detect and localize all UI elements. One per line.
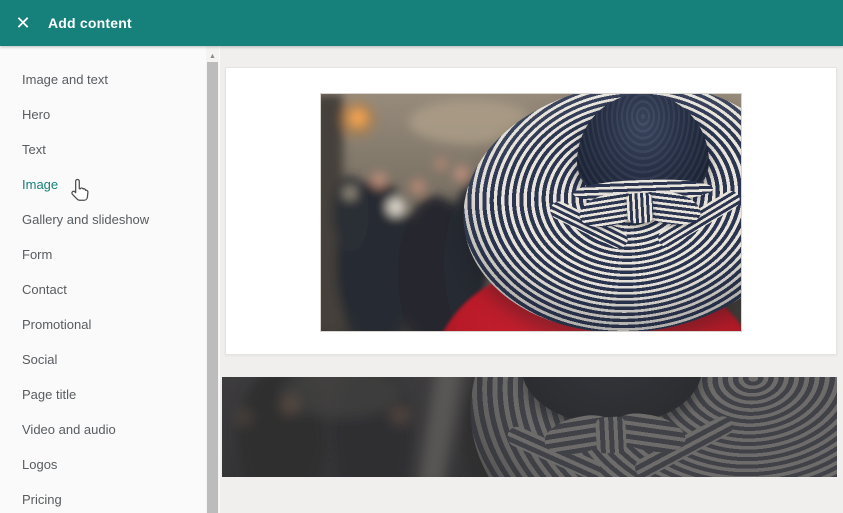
close-icon: ✕: [15, 14, 30, 32]
content-area: [220, 46, 843, 513]
image-block-preview-card[interactable]: [225, 67, 837, 355]
bow-knot: [626, 192, 654, 223]
sidebar-item-pricing[interactable]: Pricing: [0, 482, 220, 513]
hat-photo-preview: [320, 93, 742, 332]
sidebar-item-page-title[interactable]: Page title: [0, 377, 220, 412]
sidebar-item-logos[interactable]: Logos: [0, 447, 220, 482]
banner-dark-overlay: [222, 377, 837, 477]
close-button[interactable]: ✕: [0, 0, 46, 46]
sidebar: Image and text Hero Text Image Gallery a…: [0, 46, 220, 513]
page-title: Add content: [48, 15, 132, 31]
scrollbar-thumb[interactable]: [207, 62, 218, 513]
sidebar-item-gallery-and-slideshow[interactable]: Gallery and slideshow: [0, 202, 220, 237]
header-bar: ✕ Add content: [0, 0, 843, 46]
sidebar-item-social[interactable]: Social: [0, 342, 220, 377]
sidebar-item-hero[interactable]: Hero: [0, 97, 220, 132]
sidebar-item-text[interactable]: Text: [0, 132, 220, 167]
sidebar-item-image-and-text[interactable]: Image and text: [0, 62, 220, 97]
sidebar-item-form[interactable]: Form: [0, 237, 220, 272]
scroll-up-arrow-icon[interactable]: ▲: [206, 46, 219, 62]
add-content-dialog: ✕ Add content Image and text Hero Text I…: [0, 0, 843, 513]
image-banner-preview-card[interactable]: [222, 377, 837, 477]
sidebar-scrollbar[interactable]: ▲: [206, 46, 219, 513]
hand-cursor-icon: [66, 177, 93, 204]
sidebar-item-promotional[interactable]: Promotional: [0, 307, 220, 342]
sidebar-item-contact[interactable]: Contact: [0, 272, 220, 307]
sidebar-item-image[interactable]: Image: [0, 167, 220, 202]
sidebar-item-video-and-audio[interactable]: Video and audio: [0, 412, 220, 447]
